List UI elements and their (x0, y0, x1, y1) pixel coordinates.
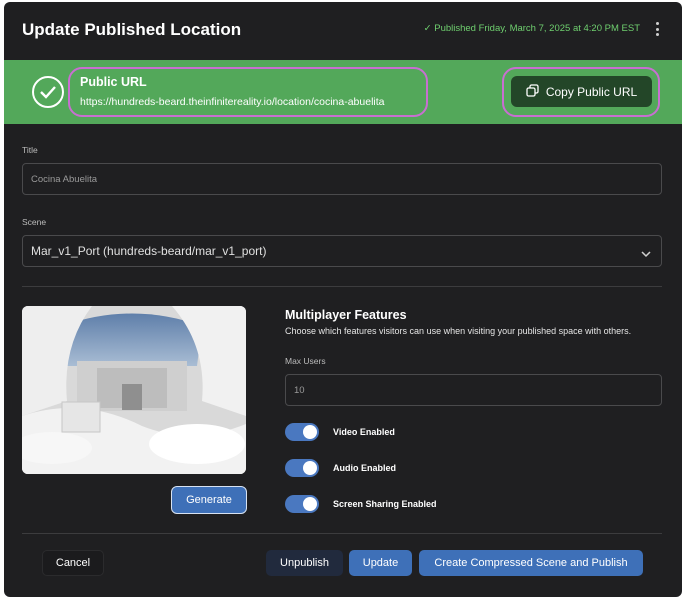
dialog-header: Update Published Location ✓ Published Fr… (4, 2, 682, 60)
title-input[interactable]: Cocina Abuelita (22, 163, 662, 195)
publish-status: ✓ Published Friday, March 7, 2025 at 4:2… (423, 23, 640, 34)
audio-toggle-row: Audio Enabled (285, 459, 396, 477)
copy-public-url-label: Copy Public URL (545, 84, 638, 99)
title-label: Title (22, 145, 38, 155)
dialog-title: Update Published Location (22, 20, 242, 39)
public-url-banner: Public URL https://hundreds-beard.theinf… (4, 60, 682, 124)
cancel-button[interactable]: Cancel (42, 550, 104, 576)
footer-divider (22, 533, 662, 534)
video-toggle-label: Video Enabled (333, 427, 395, 437)
scene-preview-image (22, 306, 246, 474)
more-vertical-icon[interactable] (654, 22, 660, 36)
screen-sharing-toggle[interactable] (285, 495, 319, 513)
multiplayer-title: Multiplayer Features (285, 308, 407, 322)
scene-label: Scene (22, 217, 47, 227)
public-url-box: Public URL https://hundreds-beard.theinf… (68, 67, 428, 117)
copy-url-highlight: Copy Public URL (502, 67, 660, 117)
screen-sharing-toggle-label: Screen Sharing Enabled (333, 499, 437, 509)
max-users-label: Max Users (285, 356, 326, 366)
scene-select-value: Mar_v1_Port (hundreds-beard/mar_v1_port) (31, 244, 267, 258)
chevron-down-icon (641, 247, 651, 261)
check-circle-icon (32, 76, 64, 108)
video-toggle-row: Video Enabled (285, 423, 395, 441)
public-url-label: Public URL (80, 75, 147, 89)
generate-button[interactable]: Generate (171, 486, 247, 514)
copy-public-url-button[interactable]: Copy Public URL (511, 76, 652, 107)
scene-select[interactable]: Mar_v1_Port (hundreds-beard/mar_v1_port) (22, 235, 662, 267)
public-url-value[interactable]: https://hundreds-beard.theinfiniterealit… (80, 96, 416, 108)
video-toggle[interactable] (285, 423, 319, 441)
audio-toggle[interactable] (285, 459, 319, 477)
screen-sharing-toggle-row: Screen Sharing Enabled (285, 495, 437, 513)
max-users-input[interactable]: 10 (285, 374, 662, 406)
update-button[interactable]: Update (349, 550, 412, 576)
multiplayer-description: Choose which features visitors can use w… (285, 326, 632, 336)
unpublish-button[interactable]: Unpublish (266, 550, 343, 576)
copy-icon (526, 83, 539, 100)
create-compressed-scene-publish-button[interactable]: Create Compressed Scene and Publish (419, 550, 643, 576)
section-divider (22, 286, 662, 287)
update-location-dialog: Update Published Location ✓ Published Fr… (4, 2, 682, 597)
audio-toggle-label: Audio Enabled (333, 463, 396, 473)
